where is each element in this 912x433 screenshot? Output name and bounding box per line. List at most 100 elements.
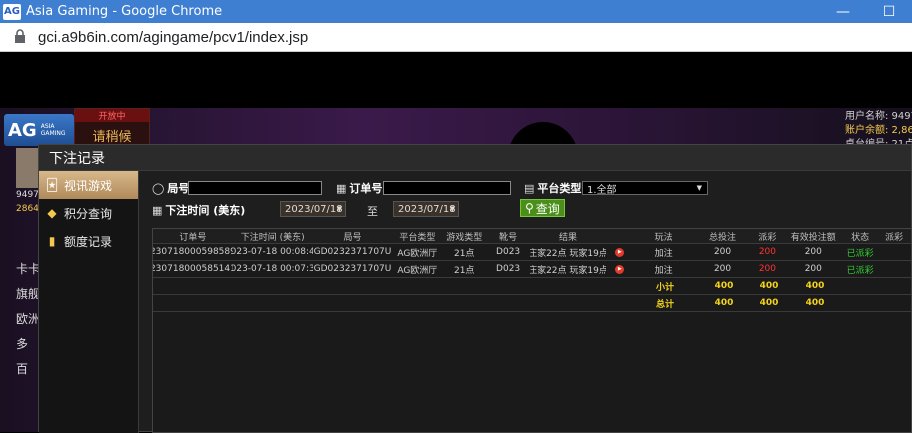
total-row: 总计 400 400 400 — [153, 295, 911, 312]
sidebar-item-label: 额度记录 — [64, 234, 113, 249]
total-bet: 400 — [714, 298, 734, 308]
play-icon[interactable]: ▶ — [615, 247, 625, 257]
user-name: 用户名称: 9497 — [845, 111, 912, 122]
sidebar-item-credit[interactable]: ▮ 额度记录 — [39, 227, 138, 255]
total-label: 总计 — [655, 299, 674, 310]
sidebar-item-label: 积分查询 — [64, 206, 113, 221]
cell-round-no: GD0232371707U — [313, 247, 392, 257]
tag-icon: ◯ — [152, 181, 165, 195]
left-item: 旗舰 — [16, 287, 41, 301]
time-label: ▦ 下注时间 (美东) — [152, 203, 246, 218]
cell-round-no: GD0232371707U — [313, 264, 392, 274]
ag-logo: AG ASIA GAMING — [4, 114, 74, 146]
header-game-type: 游戏类型 — [446, 232, 483, 243]
sidebar-item-live-games[interactable]: 🃏 视讯游戏 — [39, 171, 138, 199]
maximize-icon[interactable]: ☐ — [866, 0, 912, 23]
cell-extra — [877, 261, 911, 277]
dialog-sidebar: 🃏 视讯游戏 ◆ 积分查询 ▮ 额度记录 — [39, 171, 139, 433]
round-label: ◯ 局号 — [152, 181, 190, 196]
header-bet-time: 下注时间 (美东) — [240, 232, 305, 243]
chevron-down-icon: ▼ — [336, 205, 342, 213]
cell-valid-bet: 200 — [804, 264, 822, 274]
subtotal-bet: 400 — [714, 281, 734, 291]
calendar-icon: ▦ — [152, 203, 163, 217]
subtotal-payout: 400 — [759, 281, 779, 291]
lock-icon — [14, 28, 28, 47]
left-item: 欧洲 — [16, 312, 41, 326]
status-text: 请稍候 — [92, 130, 132, 145]
subtotal-valid: 400 — [805, 281, 825, 291]
cell-bet-time: 2023-07-18 00:07:35 — [232, 264, 313, 274]
cell-order-no: 230718000598589 — [153, 247, 233, 257]
diamond-icon: ◆ — [47, 206, 57, 220]
cell-video[interactable]: ▶ — [606, 261, 634, 277]
play-icon[interactable]: ▶ — [615, 264, 625, 274]
date-from-select[interactable]: 2023/07/18 ▼ — [280, 201, 346, 217]
cell-play-type: 加注 — [654, 265, 673, 276]
cell-order-no: 230718000585141 — [153, 264, 233, 274]
cell-play-type: 加注 — [654, 248, 673, 259]
cell-status: 已派彩 — [846, 265, 874, 276]
header-round-no: 局号 — [343, 232, 362, 243]
platform-label: ▤ 平台类型 — [524, 181, 582, 196]
minimize-icon[interactable]: — — [820, 0, 866, 23]
list-icon: ▤ — [524, 181, 535, 195]
left-strip: 9497 2864 卡卡 旗舰 欧洲 多 百 — [0, 148, 40, 432]
header-order-no: 订单号 — [179, 232, 207, 243]
round-input[interactable] — [188, 181, 322, 195]
cell-result: 庄家22点 玩家19点 — [530, 265, 606, 276]
header-status: 状态 — [851, 232, 870, 243]
total-payout: 400 — [759, 298, 779, 308]
cell-valid-bet: 200 — [804, 247, 822, 257]
window-title: Asia Gaming - Google Chrome — [26, 4, 223, 19]
chevron-down-icon: ▼ — [696, 184, 702, 192]
page-top-band — [0, 52, 912, 108]
header-valid-bet: 有效投注额 — [790, 232, 836, 243]
header-platform: 平台类型 — [399, 232, 436, 243]
query-button[interactable]: ⚲ 查询 — [520, 199, 565, 217]
date-to-select[interactable]: 2023/07/18 ▼ — [393, 201, 459, 217]
calendar-icon: ▦ — [336, 181, 347, 195]
left-item: 百 — [16, 362, 29, 376]
search-icon: ⚲ — [525, 201, 534, 215]
address-bar[interactable]: gci.a9b6in.com/agingame/pcv1/index.jsp — [0, 23, 912, 52]
cell-payout: 200 — [758, 247, 776, 257]
order-input[interactable] — [383, 181, 511, 195]
total-valid: 400 — [805, 298, 825, 308]
order-label: ▦ 订单号 — [336, 181, 383, 196]
header-shoe-no: 靴号 — [499, 232, 518, 243]
cell-game-type: 21点 — [453, 265, 475, 276]
cell-payout: 200 — [758, 264, 776, 274]
header-payout: 派彩 — [758, 232, 777, 243]
platform-select[interactable]: 1.全部 ▼ — [582, 181, 708, 196]
cell-platform: AG欧洲厅 — [397, 248, 438, 259]
cell-extra — [877, 244, 911, 260]
left-item: 卡卡 — [16, 262, 41, 276]
cell-shoe-no: D023 — [496, 247, 521, 257]
bet-record-table: 订单号 下注时间 (美东) 局号 平台类型 游戏类型 靴号 结果 玩法 总投注 … — [152, 228, 912, 433]
table-row: 230718000598589 2023-07-18 00:08:47 GD02… — [153, 244, 911, 261]
header-total-bet: 总投注 — [709, 232, 737, 243]
status-box: 开放中 请稍候 — [74, 108, 150, 148]
cell-platform: AG欧洲厅 — [397, 265, 438, 276]
cell-bet-time: 2023-07-18 00:08:47 — [232, 247, 313, 257]
left-balance: 2864 — [16, 204, 39, 214]
status-label: 开放中 — [75, 109, 149, 122]
left-item: 多 — [16, 337, 29, 351]
header-payout-2: 派彩 — [885, 232, 904, 243]
bet-record-dialog: 下注记录 🃏 视讯游戏 ◆ 积分查询 ▮ 额度记录 ◯ 局号 ▦ 订单号 ▤ 平台类型… — [38, 144, 912, 433]
cell-total-bet: 200 — [713, 247, 732, 257]
header-play-type: 玩法 — [654, 232, 673, 243]
browser-titlebar: AG Asia Gaming - Google Chrome — ☐ — [0, 0, 912, 23]
avatar — [16, 148, 40, 188]
subtotal-row: 小计 400 400 400 — [153, 278, 911, 295]
table-header: 订单号 下注时间 (美东) 局号 平台类型 游戏类型 靴号 结果 玩法 总投注 … — [153, 229, 911, 244]
cell-total-bet: 200 — [713, 264, 732, 274]
dialog-title: 下注记录 — [39, 145, 911, 171]
cell-game-type: 21点 — [453, 248, 475, 259]
document-icon: ▮ — [48, 234, 56, 248]
url-text[interactable]: gci.a9b6in.com/agingame/pcv1/index.jsp — [38, 29, 308, 46]
sidebar-item-points[interactable]: ◆ 积分查询 — [39, 199, 138, 227]
cell-status: 已派彩 — [846, 248, 874, 259]
cell-video[interactable]: ▶ — [606, 244, 634, 260]
